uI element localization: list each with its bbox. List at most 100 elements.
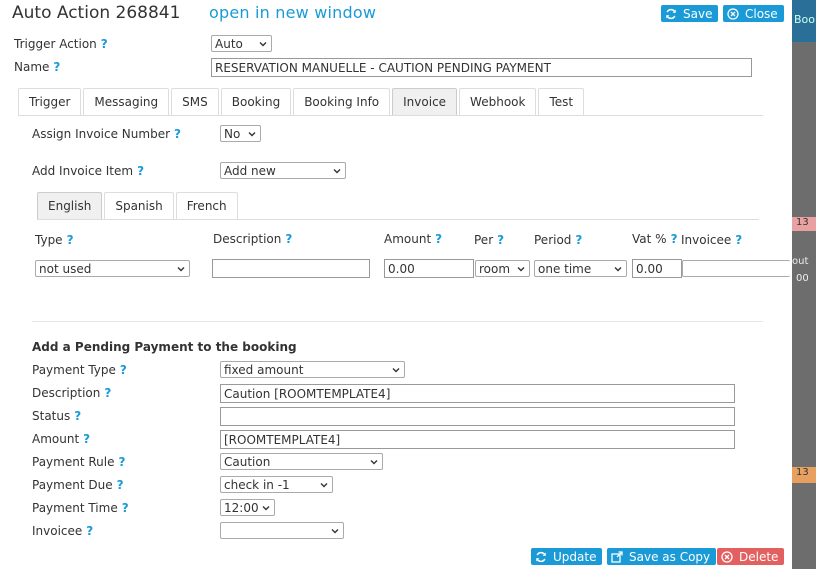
close-label: Close [745, 6, 778, 21]
help-icon[interactable]: ? [86, 524, 93, 538]
tab-spanish[interactable]: Spanish [104, 192, 174, 219]
help-icon[interactable]: ? [497, 233, 504, 247]
amount-input[interactable]: [ROOMTEMPLATE4] [220, 430, 735, 449]
close-button[interactable]: Close [723, 5, 784, 22]
help-icon[interactable]: ? [122, 501, 129, 515]
auto-action-dialog: Auto Action 268841 open in new window Sa… [0, 0, 792, 569]
col-period: Period? [534, 233, 583, 247]
chevron-down-icon [320, 482, 328, 487]
help-icon[interactable]: ? [83, 432, 90, 446]
update-label: Update [553, 549, 597, 564]
refresh-icon [665, 8, 677, 20]
help-icon[interactable]: ? [118, 455, 125, 469]
save-button[interactable]: Save [661, 5, 719, 22]
chevron-down-icon [614, 266, 622, 271]
tab-french[interactable]: French [175, 192, 238, 219]
chevron-down-icon [333, 168, 341, 173]
assign-invoice-label: Assign Invoice Number? [32, 127, 181, 141]
item-type-select[interactable]: not used [35, 260, 190, 277]
pending-payment-heading: Add a Pending Payment to the booking [32, 340, 297, 354]
bg-header-text: Book [794, 13, 816, 26]
help-icon[interactable]: ? [285, 232, 292, 246]
tab-messaging[interactable]: Messaging [83, 88, 170, 115]
help-icon[interactable]: ? [104, 386, 111, 400]
tab-booking[interactable]: Booking [220, 88, 292, 115]
close-circle-icon [727, 7, 739, 20]
tab-test[interactable]: Test [538, 88, 585, 115]
chevron-down-icon [517, 266, 525, 271]
chevron-down-icon [259, 41, 267, 46]
assign-invoice-select[interactable]: No [220, 125, 261, 142]
item-period-select[interactable]: one time [534, 260, 627, 277]
help-icon[interactable]: ? [671, 232, 678, 246]
help-icon[interactable]: ? [435, 232, 442, 246]
payment-time-select[interactable]: 12:00 [220, 499, 275, 516]
col-per: Per? [474, 233, 505, 247]
payment-type-select[interactable]: fixed amount [220, 361, 405, 378]
help-icon[interactable]: ? [575, 233, 582, 247]
save-as-copy-label: Save as Copy [629, 549, 711, 564]
refresh-icon [535, 551, 547, 563]
bg-cell: 13 [792, 217, 816, 231]
main-tabs: Trigger Messaging SMS Booking Booking In… [18, 88, 586, 115]
bg-cell: 00 [796, 273, 809, 284]
name-label: Name? [14, 60, 61, 74]
chevron-down-icon [331, 528, 339, 533]
payment-type-label: Payment Type? [32, 363, 127, 377]
col-invoicee: Invoicee? [681, 233, 743, 247]
payment-rule-select[interactable]: Caution [220, 453, 383, 470]
help-icon[interactable]: ? [53, 60, 60, 74]
payment-due-select[interactable]: check in -1 [220, 476, 333, 493]
bg-cell: 13 [792, 467, 816, 483]
status-input[interactable] [220, 407, 735, 426]
description-input[interactable]: Caution [ROOMTEMPLATE4] [220, 384, 735, 403]
status-label: Status? [32, 409, 82, 423]
help-icon[interactable]: ? [117, 478, 124, 492]
help-icon[interactable]: ? [120, 363, 127, 377]
tab-english[interactable]: English [37, 192, 103, 219]
help-icon[interactable]: ? [174, 127, 181, 141]
payment-due-label: Payment Due? [32, 478, 124, 492]
add-invoice-item-label: Add Invoice Item? [32, 164, 145, 178]
description-label: Description? [32, 386, 112, 400]
col-type: Type? [35, 233, 74, 247]
payment-rule-label: Payment Rule? [32, 455, 126, 469]
dialog-title: Auto Action 268841 [12, 3, 181, 23]
tab-booking-info[interactable]: Booking Info [293, 88, 391, 115]
delete-button[interactable]: Delete [717, 548, 785, 565]
help-icon[interactable]: ? [67, 233, 74, 247]
item-amount-input[interactable]: 0.00 [384, 259, 474, 278]
save-as-copy-button[interactable]: Save as Copy [607, 548, 717, 565]
help-icon[interactable]: ? [101, 37, 108, 51]
col-description: Description? [213, 232, 293, 246]
trigger-action-select[interactable]: Auto [211, 35, 272, 52]
help-icon[interactable]: ? [74, 409, 81, 423]
amount-label: Amount? [32, 432, 91, 446]
invoicee-select[interactable] [220, 522, 344, 539]
chevron-down-icon [392, 367, 400, 372]
help-icon[interactable]: ? [735, 233, 742, 247]
lang-tab-divider [37, 219, 759, 220]
share-icon [611, 550, 623, 563]
item-per-select[interactable]: room [475, 260, 530, 277]
tab-webhook[interactable]: Webhook [459, 88, 537, 115]
tab-sms[interactable]: SMS [171, 88, 219, 115]
col-amount: Amount? [384, 232, 443, 246]
close-circle-icon [721, 550, 733, 563]
chevron-down-icon [370, 459, 378, 464]
tab-invoice[interactable]: Invoice [392, 88, 458, 115]
payment-time-label: Payment Time? [32, 501, 129, 515]
add-invoice-item-select[interactable]: Add new [220, 162, 346, 179]
background-header: Book [792, 0, 816, 42]
item-invoicee-select[interactable] [682, 260, 790, 277]
background-page: 13 out 00 13 [792, 0, 816, 569]
item-vat-input[interactable]: 0.00 [632, 259, 682, 278]
col-vat: Vat %? [632, 232, 678, 246]
tab-trigger[interactable]: Trigger [18, 88, 82, 115]
help-icon[interactable]: ? [137, 164, 144, 178]
open-new-window-link[interactable]: open in new window [209, 3, 376, 22]
tab-divider [18, 115, 763, 116]
name-input[interactable]: RESERVATION MANUELLE - CAUTION PENDING P… [211, 58, 752, 77]
update-button[interactable]: Update [531, 548, 603, 565]
item-description-input[interactable] [212, 259, 370, 278]
